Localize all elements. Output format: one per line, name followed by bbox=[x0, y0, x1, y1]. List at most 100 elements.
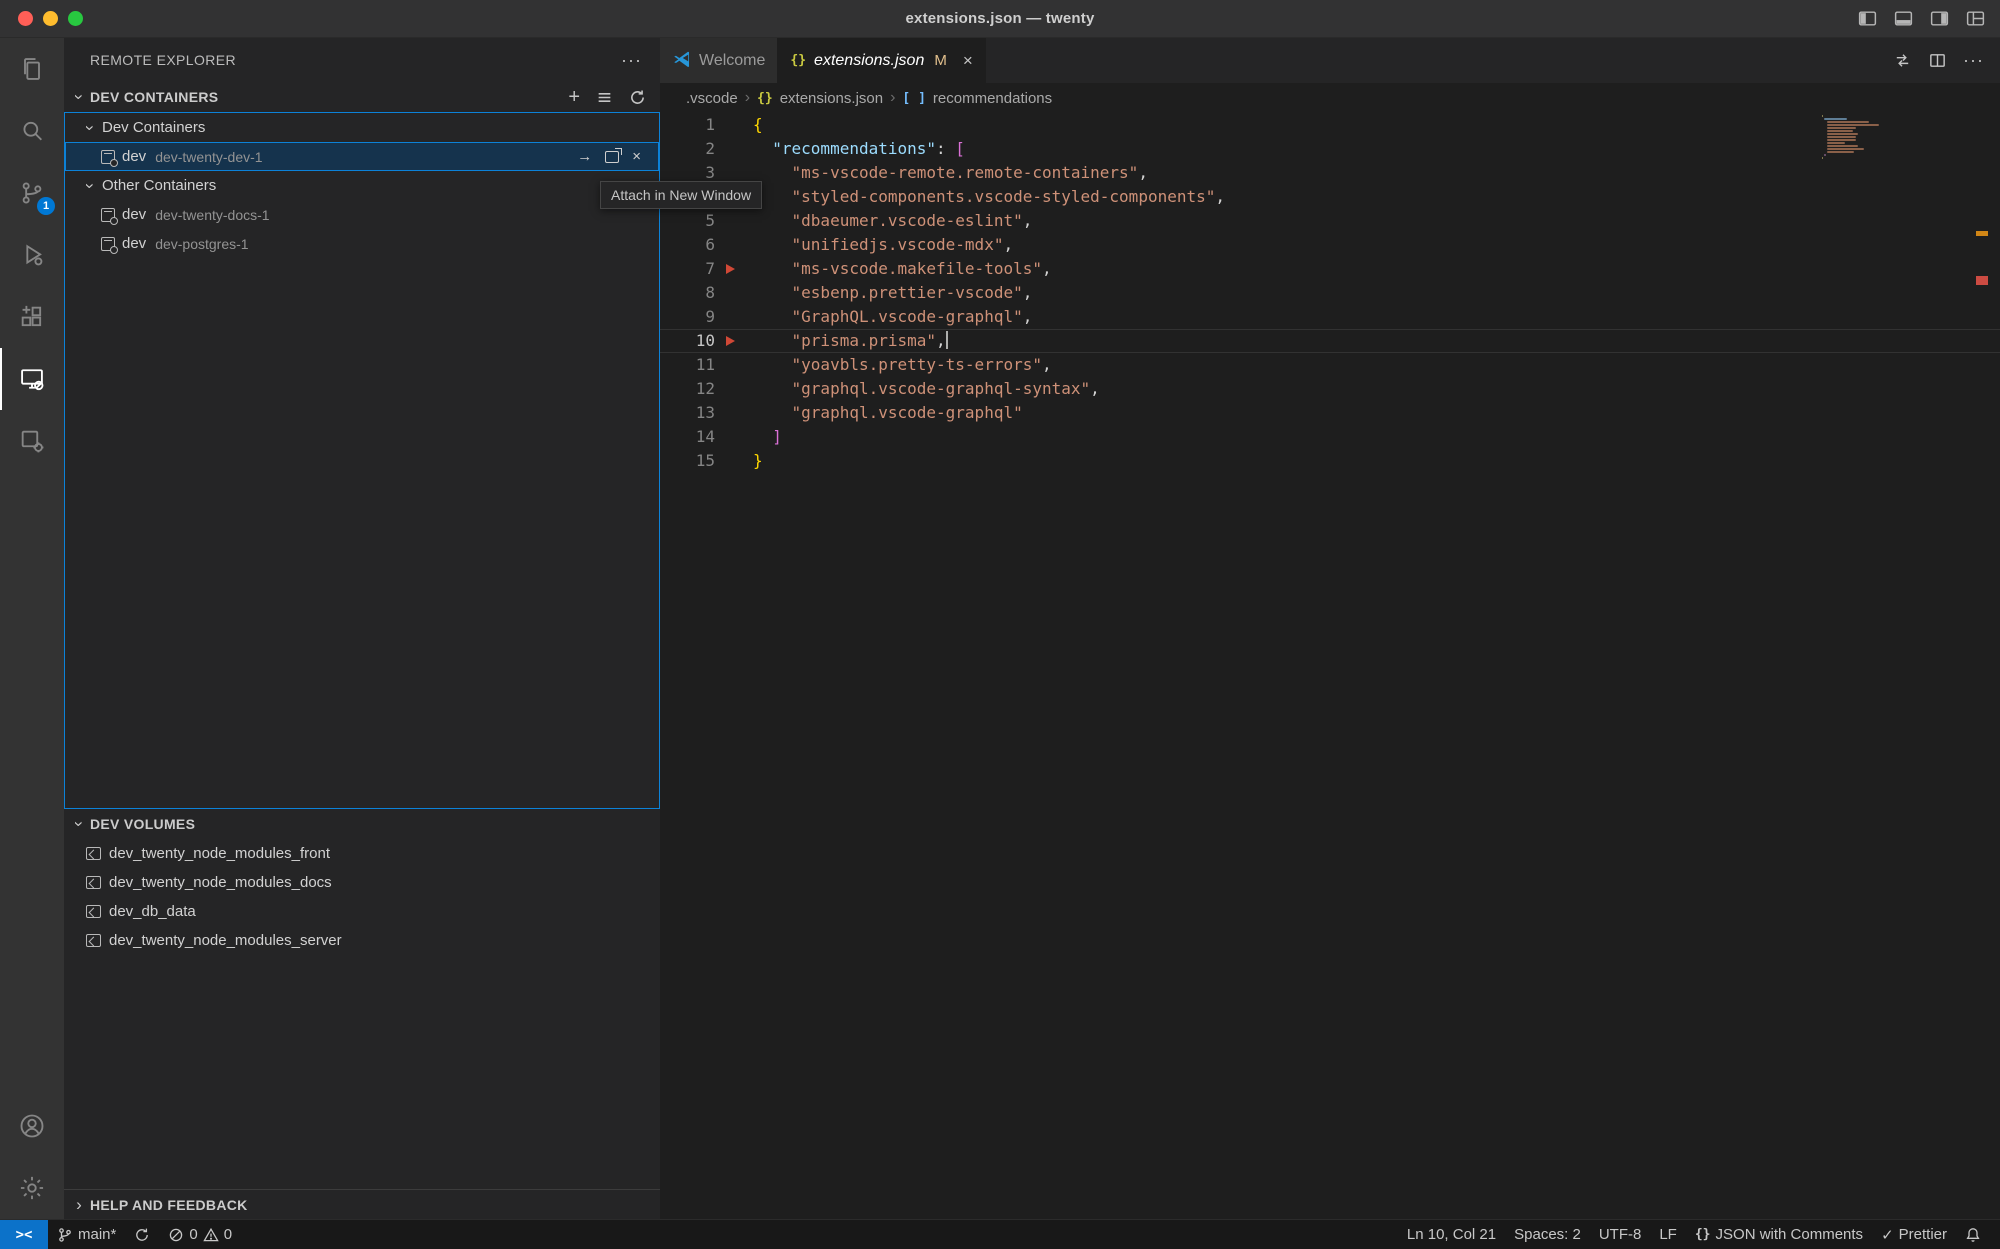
section-dev-containers[interactable]: › DEV CONTAINERS + bbox=[64, 82, 660, 112]
encoding-item[interactable]: UTF-8 bbox=[1590, 1220, 1651, 1249]
section-label: DEV CONTAINERS bbox=[90, 89, 568, 105]
chevron-right-icon: › bbox=[890, 89, 895, 107]
minimap-line bbox=[1824, 154, 1825, 156]
code-line[interactable]: 3 "ms-vscode-remote.remote-containers", bbox=[660, 161, 2000, 185]
extensions-icon[interactable] bbox=[0, 286, 64, 348]
tab-welcome[interactable]: Welcome bbox=[660, 38, 778, 83]
customize-layout-icon[interactable] bbox=[1965, 8, 1986, 29]
breadcrumb-symbol[interactable]: recommendations bbox=[933, 90, 1052, 107]
git-branch-item[interactable]: main* bbox=[48, 1220, 125, 1249]
section-dev-volumes[interactable]: › DEV VOLUMES bbox=[64, 809, 660, 839]
attach-new-window-icon[interactable] bbox=[605, 151, 619, 163]
volume-item[interactable]: dev_db_data bbox=[64, 897, 660, 926]
line-text: "GraphQL.vscode-graphql", bbox=[753, 305, 1032, 329]
minimize-window-button[interactable] bbox=[43, 11, 58, 26]
tab-extensions-json[interactable]: {} extensions.json M × bbox=[778, 38, 985, 83]
container-name: dev bbox=[122, 206, 146, 223]
sync-changes-item[interactable] bbox=[125, 1220, 159, 1249]
more-actions-icon[interactable]: ··· bbox=[1963, 50, 1984, 71]
indentation-item[interactable]: Spaces: 2 bbox=[1505, 1220, 1590, 1249]
line-number: 14 bbox=[660, 425, 715, 449]
breadcrumb-file[interactable]: extensions.json bbox=[780, 90, 883, 107]
line-text: "styled-components.vscode-styled-compone… bbox=[753, 185, 1225, 209]
run-and-debug-icon[interactable] bbox=[0, 224, 64, 286]
section-label: HELP AND FEEDBACK bbox=[90, 1197, 646, 1213]
code-line[interactable]: 8 "esbenp.prettier-vscode", bbox=[660, 281, 2000, 305]
cursor-position-item[interactable]: Ln 10, Col 21 bbox=[1398, 1220, 1505, 1249]
container-item[interactable]: devdev-twenty-dev-1→× bbox=[65, 142, 659, 171]
language-mode-item[interactable]: {} JSON with Comments bbox=[1686, 1220, 1872, 1249]
remote-explorer-icon[interactable] bbox=[0, 348, 64, 410]
close-icon[interactable]: × bbox=[963, 51, 973, 71]
explorer-icon[interactable] bbox=[0, 38, 64, 100]
code-line[interactable]: 10 "prisma.prisma", bbox=[660, 329, 2000, 353]
toggle-secondary-sidebar-icon[interactable] bbox=[1929, 8, 1950, 29]
accounts-icon[interactable] bbox=[0, 1095, 64, 1157]
close-window-button[interactable] bbox=[18, 11, 33, 26]
code-line[interactable]: 9 "GraphQL.vscode-graphql", bbox=[660, 305, 2000, 329]
error-icon bbox=[168, 1227, 184, 1243]
attach-container-icon[interactable]: → bbox=[577, 149, 592, 164]
container-item[interactable]: devdev-postgres-1 bbox=[65, 229, 659, 258]
more-actions-icon[interactable]: ··· bbox=[621, 50, 642, 71]
code-line[interactable]: 12 "graphql.vscode-graphql-syntax", bbox=[660, 377, 2000, 401]
toggle-panel-icon[interactable] bbox=[1893, 8, 1914, 29]
code-line[interactable]: 13 "graphql.vscode-graphql" bbox=[660, 401, 2000, 425]
volume-item[interactable]: dev_twenty_node_modules_docs bbox=[64, 868, 660, 897]
section-help-and-feedback[interactable]: › HELP AND FEEDBACK bbox=[64, 1189, 660, 1219]
refresh-icon[interactable] bbox=[629, 89, 646, 106]
code-line[interactable]: 2 "recommendations": [ bbox=[660, 137, 2000, 161]
problems-item[interactable]: 0 0 bbox=[159, 1220, 241, 1249]
code-line[interactable]: 5 "dbaeumer.vscode-eslint", bbox=[660, 209, 2000, 233]
code-line[interactable]: 6 "unifiedjs.vscode-mdx", bbox=[660, 233, 2000, 257]
formatter-item[interactable]: ✓ Prettier bbox=[1872, 1220, 1956, 1249]
volume-name: dev_db_data bbox=[109, 903, 196, 920]
code-editor[interactable]: 1{2 "recommendations": [3 "ms-vscode-rem… bbox=[660, 113, 2000, 1219]
minimap[interactable] bbox=[1822, 115, 1892, 160]
vscode-logo-icon bbox=[672, 49, 691, 73]
code-line[interactable]: 7 "ms-vscode.makefile-tools", bbox=[660, 257, 2000, 281]
tree-group-label: Other Containers bbox=[102, 177, 216, 194]
eol: LF bbox=[1659, 1226, 1677, 1243]
minimap-line bbox=[1827, 124, 1879, 126]
zoom-window-button[interactable] bbox=[68, 11, 83, 26]
container-item[interactable]: devdev-twenty-docs-1 bbox=[65, 200, 659, 229]
language-mode: JSON with Comments bbox=[1716, 1226, 1864, 1243]
editor-group: Welcome {} extensions.json M × ··· bbox=[660, 38, 2000, 1219]
code-line[interactable]: 11 "yoavbls.pretty-ts-errors", bbox=[660, 353, 2000, 377]
open-changes-icon[interactable] bbox=[1893, 51, 1912, 70]
settings-gear-icon[interactable] bbox=[0, 1157, 64, 1219]
json-file-icon: {} bbox=[790, 53, 806, 68]
breadcrumb-folder[interactable]: .vscode bbox=[686, 90, 738, 107]
add-icon[interactable]: + bbox=[568, 87, 580, 107]
code-line[interactable]: 4 "styled-components.vscode-styled-compo… bbox=[660, 185, 2000, 209]
gutter bbox=[715, 449, 753, 473]
gutter bbox=[715, 233, 753, 257]
split-editor-icon[interactable] bbox=[1928, 51, 1947, 70]
volume-item[interactable]: dev_twenty_node_modules_front bbox=[64, 839, 660, 868]
notifications-item[interactable] bbox=[1956, 1220, 1990, 1249]
close-icon[interactable]: × bbox=[632, 149, 641, 164]
remote-indicator[interactable]: >< bbox=[0, 1220, 48, 1249]
branch-name: main* bbox=[78, 1226, 116, 1243]
volume-item[interactable]: dev_twenty_node_modules_server bbox=[64, 926, 660, 955]
chevron-down-icon: › bbox=[72, 817, 86, 831]
source-control-icon[interactable]: 1 bbox=[0, 162, 64, 224]
search-icon[interactable] bbox=[0, 100, 64, 162]
line-text: "graphql.vscode-graphql" bbox=[753, 401, 1023, 425]
tree-group[interactable]: ›Other Containers bbox=[65, 171, 659, 200]
dev-containers-icon[interactable] bbox=[0, 410, 64, 472]
overview-ruler-mark bbox=[1976, 231, 1988, 236]
minimap-line bbox=[1827, 136, 1856, 138]
tree-group[interactable]: ›Dev Containers bbox=[65, 113, 659, 142]
list-options-icon[interactable] bbox=[596, 89, 613, 106]
code-line[interactable]: 1{ bbox=[660, 113, 2000, 137]
section-actions: + bbox=[568, 87, 646, 107]
dev-containers-tree: ›Dev Containersdevdev-twenty-dev-1→×›Oth… bbox=[64, 112, 660, 809]
indentation: Spaces: 2 bbox=[1514, 1226, 1581, 1243]
line-number: 7 bbox=[660, 257, 715, 281]
code-line[interactable]: 15} bbox=[660, 449, 2000, 473]
code-line[interactable]: 14 ] bbox=[660, 425, 2000, 449]
eol-item[interactable]: LF bbox=[1650, 1220, 1686, 1249]
toggle-primary-sidebar-icon[interactable] bbox=[1857, 8, 1878, 29]
